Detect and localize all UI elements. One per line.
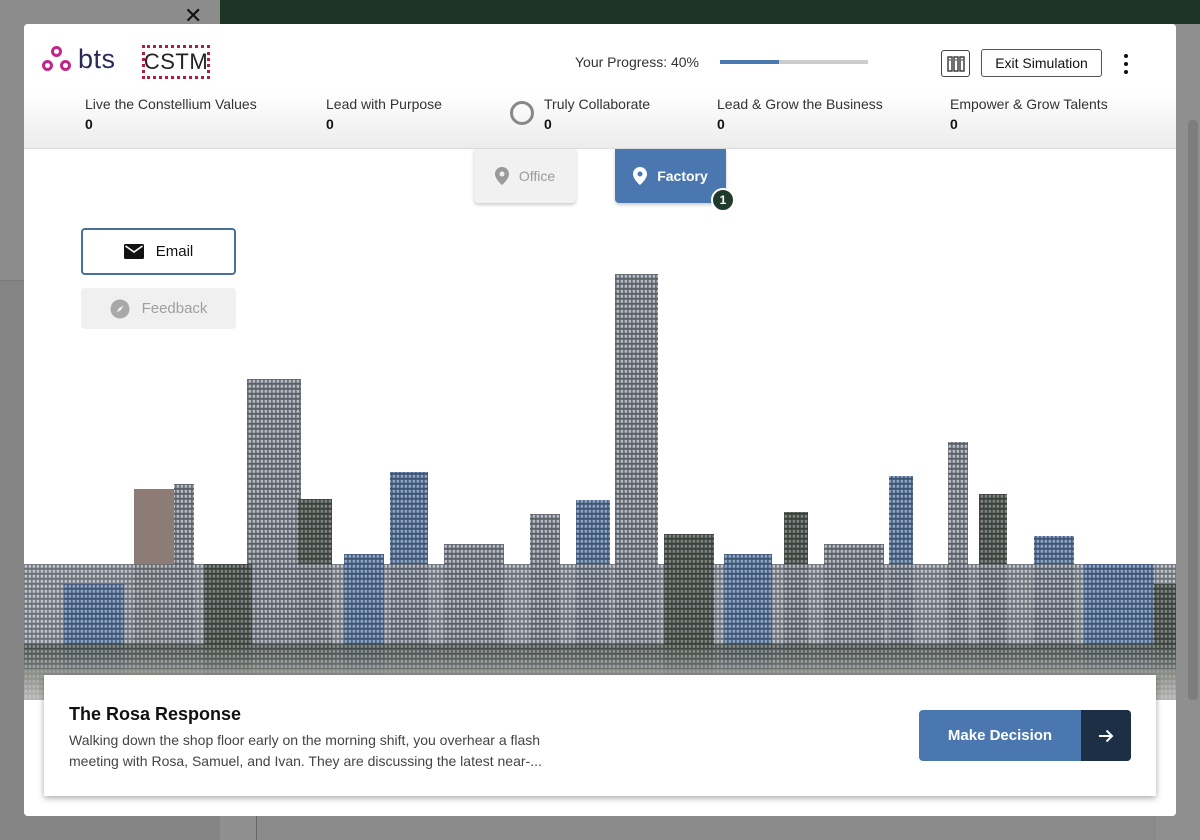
scenario-description: Walking down the shop floor early on the… bbox=[69, 732, 542, 769]
background-scrollbar[interactable] bbox=[1188, 120, 1198, 700]
make-decision-button[interactable]: Make Decision bbox=[919, 710, 1131, 761]
bts-logo-text: bts bbox=[78, 44, 116, 74]
tab-factory[interactable]: Factory bbox=[615, 149, 726, 203]
loading-ring-icon bbox=[510, 101, 534, 125]
feedback-button[interactable]: Feedback bbox=[81, 288, 236, 329]
email-button-label: Email bbox=[155, 243, 194, 260]
value-collaborate: Truly Collaborate 0 bbox=[544, 96, 650, 132]
background-panel bbox=[256, 816, 1156, 840]
mail-icon bbox=[123, 244, 144, 259]
location-pin-icon bbox=[633, 167, 648, 185]
scenario-card: The Rosa Response Walking down the shop … bbox=[44, 675, 1156, 796]
value-label: Lead with Purpose bbox=[326, 96, 442, 112]
value-score: 0 bbox=[717, 116, 725, 132]
compass-icon bbox=[110, 299, 130, 318]
bts-logo-mark bbox=[42, 45, 72, 74]
value-purpose: Lead with Purpose 0 bbox=[326, 96, 442, 132]
simulation-modal: bts CSTM Your Progress: 40% Exit Simulat… bbox=[24, 24, 1176, 816]
exit-simulation-button[interactable]: Exit Simulation bbox=[981, 49, 1102, 77]
simulation-header: bts CSTM Your Progress: 40% Exit Simulat… bbox=[24, 24, 1176, 149]
library-button[interactable] bbox=[941, 50, 970, 77]
value-label: Empower & Grow Talents bbox=[950, 96, 1108, 112]
tab-office[interactable]: Office bbox=[474, 149, 576, 203]
progress-bar-fill bbox=[720, 60, 780, 64]
library-icon bbox=[946, 55, 965, 72]
value-label: Lead & Grow the Business bbox=[717, 96, 883, 112]
tab-factory-label: Factory bbox=[657, 168, 708, 184]
more-options-icon[interactable] bbox=[1116, 51, 1136, 77]
progress-bar bbox=[720, 60, 868, 64]
tab-office-label: Office bbox=[518, 168, 556, 184]
value-talents: Empower & Grow Talents 0 bbox=[950, 96, 1108, 132]
feedback-button-label: Feedback bbox=[141, 300, 208, 317]
value-business: Lead & Grow the Business 0 bbox=[717, 96, 883, 132]
value-score: 0 bbox=[85, 116, 93, 132]
value-score: 0 bbox=[544, 116, 552, 132]
scenario-title: The Rosa Response bbox=[69, 704, 242, 724]
value-label: Truly Collaborate bbox=[544, 96, 651, 112]
progress-label: Your Progress: 40% bbox=[575, 54, 699, 70]
cstm-logo: CSTM bbox=[142, 45, 210, 79]
value-constellium: Live the Constellium Values 0 bbox=[85, 96, 257, 132]
make-decision-label: Make Decision bbox=[919, 710, 1081, 761]
email-button[interactable]: Email bbox=[81, 228, 236, 275]
value-score: 0 bbox=[326, 116, 334, 132]
value-score: 0 bbox=[950, 116, 958, 132]
arrow-right-icon bbox=[1081, 710, 1131, 761]
background-topbar bbox=[220, 0, 1200, 24]
bts-logo: bts bbox=[42, 44, 116, 75]
value-label: Live the Constellium Values bbox=[85, 96, 257, 112]
location-pin-icon bbox=[494, 167, 509, 185]
notification-badge: 1 bbox=[711, 188, 735, 212]
